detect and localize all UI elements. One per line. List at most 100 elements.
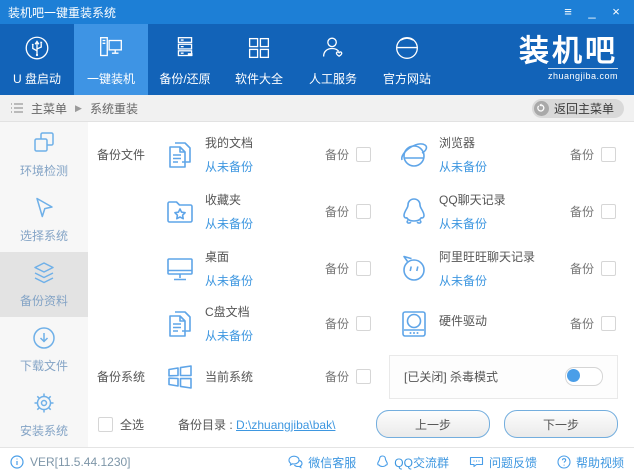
- back-button-label: 返回主菜单: [553, 101, 614, 116]
- backup-label: 备份: [324, 317, 349, 331]
- toggle-knob: [567, 369, 580, 382]
- qq-icon: [376, 455, 389, 469]
- item-title: 我的文档: [205, 136, 254, 150]
- help-videos-link[interactable]: 帮助视频: [557, 454, 624, 471]
- favorites-folder-icon: [155, 195, 205, 229]
- backup-checkbox-c-drive-docs[interactable]: [356, 316, 371, 331]
- next-step-button[interactable]: 下一步: [504, 410, 618, 438]
- previous-step-button[interactable]: 上一步: [376, 410, 490, 438]
- section-label-backup-system: 备份系统: [97, 370, 146, 384]
- qq-group-link[interactable]: QQ交流群: [376, 454, 449, 471]
- status-link-label: 帮助视频: [575, 455, 624, 470]
- backup-row: 备份系统 当前系统 备份 [已关闭] 杀毒模式: [88, 350, 634, 403]
- backup-dir-path-link[interactable]: D:\zhuangjiba\bak\: [236, 418, 335, 432]
- backup-label: 备份: [569, 262, 594, 276]
- sidebar-item-env-check[interactable]: 环境检测: [0, 122, 88, 187]
- windows-overlap-icon: [31, 130, 57, 156]
- menu-icon[interactable]: ≡: [558, 1, 578, 23]
- backup-label: 备份: [324, 262, 349, 276]
- browser-icon: [389, 138, 439, 172]
- sidebar-item-backup-data[interactable]: 备份资料: [0, 252, 88, 317]
- backup-checkbox-wangwang-chat[interactable]: [601, 261, 616, 276]
- back-arrow-icon: [533, 100, 549, 116]
- sidebar-label: 备份资料: [19, 294, 68, 308]
- sidebar-item-select-system[interactable]: 选择系统: [0, 187, 88, 252]
- brand-domain: zhuangjiba.com: [547, 68, 618, 81]
- sidebar-item-download-files[interactable]: 下载文件: [0, 317, 88, 382]
- nav-label: 软件大全: [234, 71, 283, 86]
- backup-dir-label: 备份目录 :: [178, 417, 233, 432]
- cursor-icon: [31, 195, 57, 221]
- backup-checkbox-current-system[interactable]: [356, 369, 371, 384]
- usb-icon: [22, 33, 52, 63]
- back-to-main-menu-button[interactable]: 返回主菜单: [531, 98, 624, 118]
- backup-checkbox-qq-chat[interactable]: [601, 204, 616, 219]
- backup-row: 收藏夹 从未备份 备份 QQ聊天记录 从未备份 备份: [88, 183, 634, 240]
- backup-checkbox-my-documents[interactable]: [356, 147, 371, 162]
- close-icon[interactable]: ×: [606, 1, 626, 23]
- title-bar: 装机吧一键重装系统 ≡ _ ×: [0, 0, 634, 24]
- backup-label: 备份: [324, 205, 349, 219]
- minimize-icon[interactable]: _: [582, 1, 602, 23]
- select-all-checkbox[interactable]: [98, 416, 113, 432]
- nav-item-official-site[interactable]: 官方网站: [370, 24, 444, 95]
- item-status: 从未备份: [205, 329, 254, 343]
- antivirus-mode-toggle[interactable]: [565, 367, 603, 386]
- nav-label: 一键装机: [86, 71, 135, 86]
- backup-panel: 备份文件 我的文档 从未备份 备份 浏览器 从未备份 备份 收藏夹 从未备份 备…: [88, 122, 634, 447]
- item-title: QQ聊天记录: [439, 193, 506, 207]
- main-nav: U 盘启动 一键装机 备份/还原 软件大全 人工服务 官方网站 装机吧 zhua…: [0, 24, 634, 95]
- sidebar-label: 下载文件: [19, 359, 68, 373]
- nav-item-backup-restore[interactable]: 备份/还原: [148, 24, 222, 95]
- nav-item-one-key-install[interactable]: 一键装机: [74, 24, 148, 95]
- layers-icon: [31, 260, 57, 286]
- chat-bubble-icon: [469, 455, 484, 469]
- wechat-icon: [288, 455, 303, 469]
- item-status: 从未备份: [205, 217, 254, 231]
- sidebar-label: 选择系统: [19, 229, 68, 243]
- item-title: 硬件驱动: [439, 313, 488, 328]
- content-area: 环境检测 选择系统 备份资料 下载文件 安装系统 备份文件 我的文档 从未备份 …: [0, 122, 634, 447]
- breadcrumb-arrow-icon: ▶: [75, 102, 82, 113]
- gear-icon: [31, 390, 57, 416]
- steps-sidebar: 环境检测 选择系统 备份资料 下载文件 安装系统: [0, 122, 88, 447]
- antivirus-mode-box: [已关闭] 杀毒模式: [389, 354, 618, 399]
- backup-checkbox-browser[interactable]: [601, 147, 616, 162]
- breadcrumb-bar: 主菜单 ▶ 系统重装 返回主菜单: [0, 95, 634, 122]
- item-title: 桌面: [205, 250, 230, 264]
- apps-grid-icon: [244, 33, 274, 63]
- backup-checkbox-favorites[interactable]: [356, 204, 371, 219]
- brand-logo: 装机吧 zhuangjiba.com: [519, 37, 618, 82]
- item-status: 从未备份: [439, 217, 488, 231]
- nav-label: 备份/还原: [159, 71, 211, 86]
- server-stack-icon: [170, 33, 200, 63]
- question-circle-icon: [557, 455, 571, 469]
- nav-item-software-center[interactable]: 软件大全: [222, 24, 296, 95]
- item-title: 阿里旺旺聊天记录: [439, 250, 536, 264]
- qq-icon: [389, 195, 439, 229]
- feedback-link[interactable]: 问题反馈: [469, 454, 537, 471]
- backup-row: C盘文档 从未备份 备份 硬件驱动 备份: [88, 297, 634, 350]
- select-all-label: 全选: [120, 417, 145, 432]
- person-icon: [318, 33, 348, 63]
- breadcrumb-root[interactable]: 主菜单: [31, 100, 67, 117]
- window-title: 装机吧一键重装系统: [8, 5, 117, 20]
- backup-checkbox-hardware-drivers[interactable]: [601, 316, 616, 331]
- nav-label: 官方网站: [382, 71, 431, 86]
- status-bar: VER[11.5.44.1230] 微信客服 QQ交流群 问题反馈 帮助视频: [0, 447, 634, 476]
- wechat-support-link[interactable]: 微信客服: [288, 454, 356, 471]
- sidebar-item-install-system[interactable]: 安装系统: [0, 382, 88, 447]
- hardware-drive-icon: [389, 307, 439, 341]
- nav-item-usb-boot[interactable]: U 盘启动: [0, 24, 74, 95]
- documents-icon: [155, 307, 205, 341]
- status-link-label: QQ交流群: [394, 455, 449, 470]
- brand-name: 装机吧: [519, 35, 618, 68]
- backup-checkbox-desktop[interactable]: [356, 261, 371, 276]
- nav-item-human-service[interactable]: 人工服务: [296, 24, 370, 95]
- item-status: 从未备份: [205, 274, 254, 288]
- antivirus-mode-label: [已关闭] 杀毒模式: [404, 370, 499, 384]
- sidebar-label: 环境检测: [19, 164, 68, 178]
- desktop-icon: [155, 252, 205, 286]
- backup-row: 备份文件 我的文档 从未备份 备份 浏览器 从未备份 备份: [88, 126, 634, 183]
- bottom-controls: 全选 备份目录 : D:\zhuangjiba\bak\ 上一步 下一步: [88, 403, 634, 445]
